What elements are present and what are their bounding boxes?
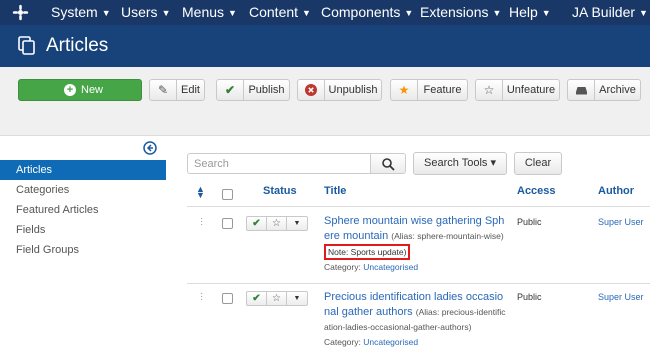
caret-down-icon: ▼ (101, 8, 111, 18)
search-icon (382, 158, 395, 171)
published-toggle-icon[interactable]: ✔ (247, 292, 267, 305)
sidebar-item-field-groups[interactable]: Field Groups (0, 240, 166, 260)
page-header: Articles (0, 25, 650, 67)
page-title: Articles (46, 35, 109, 56)
drag-handle-icon[interactable]: · · · (200, 289, 203, 305)
caret-down-icon: ▼ (228, 8, 237, 18)
check-icon: ✔ (217, 80, 244, 100)
published-toggle-icon[interactable]: ✔ (247, 217, 267, 230)
menu-users[interactable]: Users ▼ (121, 0, 170, 25)
column-header-access[interactable]: Access (517, 185, 556, 197)
times-circle-icon (298, 80, 325, 100)
sidebar-item-categories[interactable]: Categories (0, 180, 166, 200)
featured-toggle-icon[interactable]: ☆ (267, 292, 287, 305)
archive-button[interactable]: Archive (567, 79, 641, 101)
copy-icon (18, 36, 35, 55)
row-checkbox[interactable] (222, 218, 233, 229)
caret-down-icon: ▼ (639, 8, 648, 18)
select-all-checkbox[interactable] (222, 189, 233, 200)
status-button-group: ✔ ☆ ▼ (246, 291, 308, 306)
sidebar-item-articles[interactable]: Articles (0, 160, 166, 180)
star-outline-icon: ☆ (476, 80, 503, 100)
unpublish-button[interactable]: Unpublish (297, 79, 382, 101)
caret-down-icon: ▼ (541, 8, 551, 18)
category-link[interactable]: Uncategorised (363, 262, 418, 272)
article-note: Note: Sports update) (324, 244, 411, 260)
menu-extensions[interactable]: Extensions ▼ (420, 0, 501, 25)
chevron-down-icon[interactable]: ▼ (287, 217, 307, 230)
featured-toggle-icon[interactable]: ☆ (267, 217, 287, 230)
clear-button[interactable]: Clear (514, 152, 562, 175)
table-divider (187, 283, 650, 284)
edit-button[interactable]: ✎ Edit (149, 79, 205, 101)
sort-order-icon[interactable]: ▲ ▼ (196, 185, 205, 200)
article-title: Sphere mountain wise gathering Sphere mo… (324, 214, 507, 260)
menu-system[interactable]: System ▼ (51, 0, 111, 25)
menu-menus[interactable]: Menus ▼ (182, 0, 237, 25)
category-link[interactable]: Uncategorised (363, 337, 418, 347)
sidebar-item-featured-articles[interactable]: Featured Articles (0, 200, 166, 220)
joomla-logo-icon[interactable] (12, 4, 29, 21)
article-alias: (Alias: sphere-mountain-wise) (391, 231, 504, 241)
author-link[interactable]: Super User (598, 217, 644, 227)
menu-content[interactable]: Content ▼ (249, 0, 311, 25)
caret-down-icon: ▼ (404, 8, 414, 18)
menu-components[interactable]: Components ▼ (321, 0, 413, 25)
top-navbar: System ▼ Users ▼ Menus ▼ Content ▼ Component… (0, 0, 650, 25)
search-input[interactable] (187, 153, 371, 174)
access-level: Public (517, 292, 542, 302)
plus-circle-icon: + (64, 84, 76, 96)
sidebar: Articles Categories Featured Articles Fi… (0, 160, 166, 260)
caret-down-icon: ▼ (492, 8, 502, 18)
caret-down-icon: ▼ (302, 8, 311, 18)
article-category: Category: Uncategorised (324, 262, 419, 272)
menu-ja-builder[interactable]: JA Builder ▼ (572, 0, 648, 25)
collapse-sidebar-icon[interactable] (143, 141, 157, 155)
column-header-title[interactable]: Title (324, 185, 346, 197)
search-tools-button[interactable]: Search Tools ▾ (413, 152, 507, 175)
row-checkbox[interactable] (222, 293, 233, 304)
sidebar-item-fields[interactable]: Fields (0, 220, 166, 240)
feature-button[interactable]: ★ Feature (390, 79, 468, 101)
archive-icon (568, 80, 595, 100)
column-header-status[interactable]: Status (263, 185, 297, 197)
star-icon: ★ (391, 80, 418, 100)
drag-handle-icon[interactable]: · · · (200, 214, 203, 230)
chevron-down-icon[interactable]: ▼ (287, 292, 307, 305)
menu-help[interactable]: Help ▼ (509, 0, 551, 25)
author-link[interactable]: Super User (598, 292, 644, 302)
article-title: Precious identification ladies occasiona… (324, 290, 507, 335)
search-button[interactable] (370, 153, 406, 174)
caret-down-icon: ▼ (161, 8, 171, 18)
column-header-author[interactable]: Author (598, 185, 634, 197)
status-button-group: ✔ ☆ ▼ (246, 216, 308, 231)
edit-icon: ✎ (150, 80, 177, 100)
toolbar: + New ✎ Edit ✔ Publish Unpublish ★ Featu… (0, 67, 650, 136)
unfeature-button[interactable]: ☆ Unfeature (475, 79, 560, 101)
article-category: Category: Uncategorised (324, 337, 419, 347)
access-level: Public (517, 217, 542, 227)
table-divider (187, 206, 650, 207)
publish-button[interactable]: ✔ Publish (216, 79, 290, 101)
new-button[interactable]: + New (18, 79, 142, 101)
